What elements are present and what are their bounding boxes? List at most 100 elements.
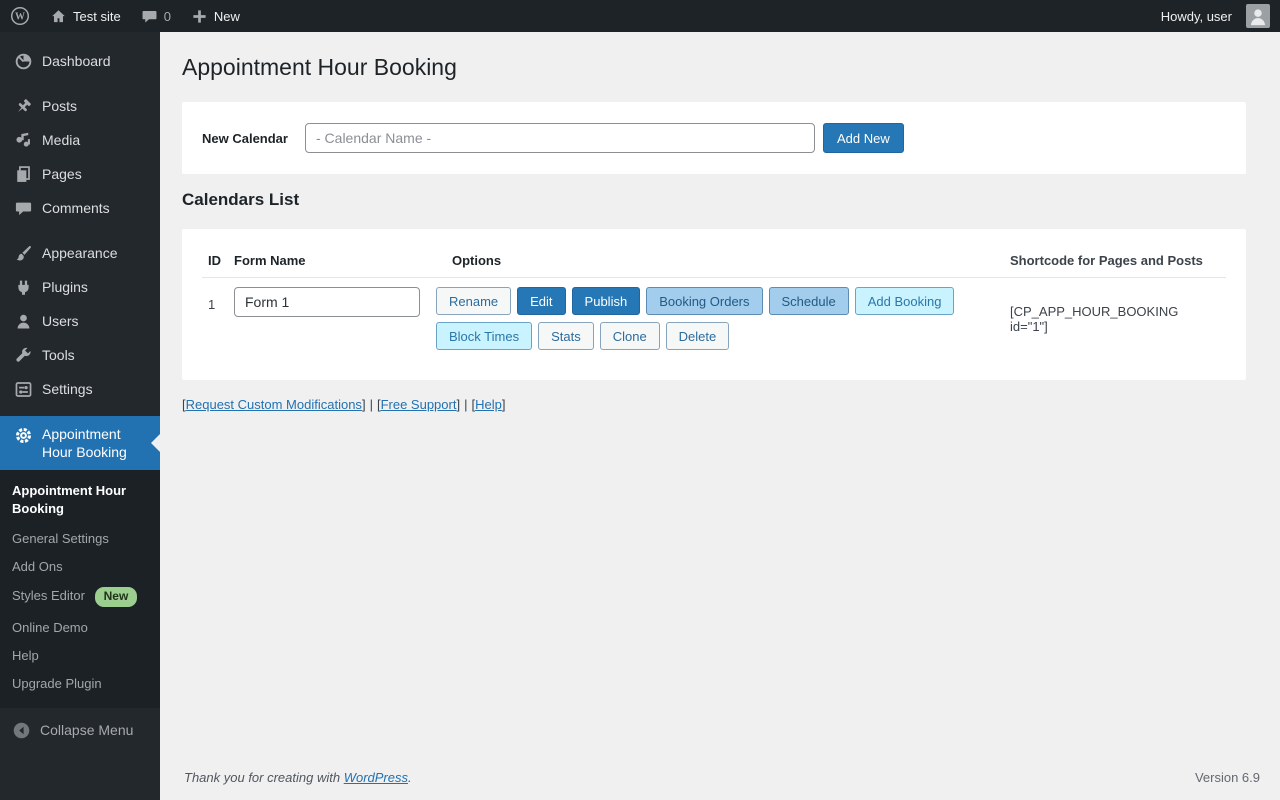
column-header-form-name: Form Name (234, 253, 436, 268)
rename-button[interactable]: Rename (436, 287, 511, 315)
row-shortcode: [CP_APP_HOUR_BOOKING id="1"] (986, 287, 1206, 350)
admin-sidebar: Dashboard Posts Media Pages Comments (0, 32, 160, 800)
submenu-item-help[interactable]: Help (0, 642, 160, 670)
stats-button[interactable]: Stats (538, 322, 594, 350)
submenu-item-upgrade-plugin[interactable]: Upgrade Plugin (0, 670, 160, 698)
add-booking-button[interactable]: Add Booking (855, 287, 955, 315)
site-link[interactable]: Test site (40, 0, 131, 32)
footer-thanks-text: Thank you for creating with (184, 770, 340, 785)
collapse-menu-button[interactable]: Collapse Menu (0, 712, 160, 748)
sidebar-item-comments[interactable]: Comments (0, 191, 160, 225)
calendars-list-heading: Calendars List (182, 190, 1258, 210)
submenu-item-label: Styles Editor (12, 588, 85, 603)
footer-thanks: Thank you for creating with WordPress. (184, 770, 412, 785)
sidebar-item-pages[interactable]: Pages (0, 157, 160, 191)
site-name: Test site (73, 9, 121, 24)
sidebar-item-users[interactable]: Users (0, 304, 160, 338)
bracket: ] (362, 397, 366, 412)
sidebar-item-appointment-hour-booking[interactable]: Appointment Hour Booking (0, 416, 160, 470)
block-times-button[interactable]: Block Times (436, 322, 532, 350)
submenu-item-online-demo[interactable]: Online Demo (0, 614, 160, 642)
collapse-arrow-icon (12, 721, 31, 740)
submenu-item-general-settings[interactable]: General Settings (0, 525, 160, 553)
support-links-line: [Request Custom Modifications]|[Free Sup… (182, 397, 1258, 412)
admin-bar-left: W Test site 0 New (0, 0, 250, 32)
pages-icon (13, 165, 33, 184)
publish-button[interactable]: Publish (572, 287, 641, 315)
sidebar-item-posts[interactable]: Posts (0, 89, 160, 123)
separator: | (464, 397, 467, 412)
sidebar-item-dashboard[interactable]: Dashboard (0, 44, 160, 78)
gear-icon (13, 425, 33, 461)
submenu-item-styles-editor[interactable]: Styles Editor New (0, 581, 160, 614)
wrench-icon (13, 346, 33, 365)
column-header-shortcode: Shortcode for Pages and Posts (986, 253, 1206, 268)
column-header-id: ID (202, 253, 234, 268)
avatar (1246, 4, 1270, 28)
sidebar-item-label: Settings (42, 381, 93, 397)
schedule-button[interactable]: Schedule (769, 287, 849, 315)
sidebar-item-appearance[interactable]: Appearance (0, 236, 160, 270)
row-form-name-cell (234, 287, 436, 350)
booking-orders-button[interactable]: Booking Orders (646, 287, 762, 315)
admin-footer: Thank you for creating with WordPress. V… (182, 770, 1258, 800)
submenu-item-add-ons[interactable]: Add Ons (0, 553, 160, 581)
comments-count: 0 (164, 9, 171, 24)
sidebar-item-tools[interactable]: Tools (0, 338, 160, 372)
sidebar-item-label: Tools (42, 347, 75, 363)
sidebar-item-label: Comments (42, 200, 110, 216)
comment-bubble-icon (141, 8, 158, 25)
paintbrush-icon (13, 244, 33, 263)
sidebar-item-label: Plugins (42, 279, 88, 295)
new-calendar-label: New Calendar (202, 131, 305, 146)
wordpress-link[interactable]: WordPress (344, 770, 408, 785)
sidebar-item-media[interactable]: Media (0, 123, 160, 157)
plus-icon (191, 8, 208, 25)
current-menu-arrow (151, 434, 160, 452)
calendar-name-input[interactable] (305, 123, 815, 153)
page-title: Appointment Hour Booking (182, 53, 1258, 82)
pin-icon (13, 97, 33, 116)
sidebar-item-settings[interactable]: Settings (0, 372, 160, 406)
new-label: New (214, 9, 240, 24)
media-icon (13, 131, 33, 150)
free-support-link[interactable]: Free Support (381, 397, 457, 412)
help-link[interactable]: Help (475, 397, 502, 412)
new-badge: New (95, 587, 138, 607)
plug-icon (13, 278, 33, 297)
submenu-item-appointment-hour-booking[interactable]: Appointment Hour Booking (0, 479, 160, 525)
user-icon (13, 312, 33, 331)
separator: | (370, 397, 373, 412)
wordpress-logo-icon: W (10, 6, 30, 26)
version-text: Version 6.9 (1195, 770, 1260, 785)
main-content: Appointment Hour Booking New Calendar Ad… (160, 32, 1280, 800)
howdy-text: Howdy, user (1161, 9, 1232, 24)
column-header-options: Options (436, 253, 986, 268)
collapse-menu-label: Collapse Menu (40, 722, 133, 738)
new-content-menu[interactable]: New (181, 0, 250, 32)
sidebar-item-label: Posts (42, 98, 77, 114)
sidebar-item-label: Appointment Hour Booking (42, 425, 142, 461)
options-button-row-2: Block Times Stats Clone Delete (436, 322, 986, 350)
plugin-submenu: Appointment Hour Booking General Setting… (0, 470, 160, 708)
row-options-cell: Rename Edit Publish Booking Orders Sched… (436, 287, 986, 350)
edit-button[interactable]: Edit (517, 287, 565, 315)
my-account-menu[interactable]: Howdy, user (1151, 0, 1280, 32)
delete-button[interactable]: Delete (666, 322, 730, 350)
sidebar-item-label: Appearance (42, 245, 118, 261)
wordpress-logo-menu[interactable]: W (0, 0, 40, 32)
table-header-row: ID Form Name Options Shortcode for Pages… (202, 253, 1226, 278)
form-name-input[interactable] (234, 287, 420, 317)
dashboard-icon (13, 52, 33, 71)
admin-bar-right: Howdy, user (1151, 0, 1280, 32)
bracket: ] (456, 397, 460, 412)
request-custom-modifications-link[interactable]: Request Custom Modifications (186, 397, 362, 412)
table-row: 1 Rename Edit Publish Booking Orders Sch… (202, 278, 1226, 350)
clone-button[interactable]: Clone (600, 322, 660, 350)
sidebar-item-plugins[interactable]: Plugins (0, 270, 160, 304)
comments-icon (13, 199, 33, 218)
bracket: ] (502, 397, 506, 412)
admin-menu: Dashboard Posts Media Pages Comments (0, 32, 160, 748)
comments-shortcut[interactable]: 0 (131, 0, 181, 32)
add-new-button[interactable]: Add New (823, 123, 904, 153)
